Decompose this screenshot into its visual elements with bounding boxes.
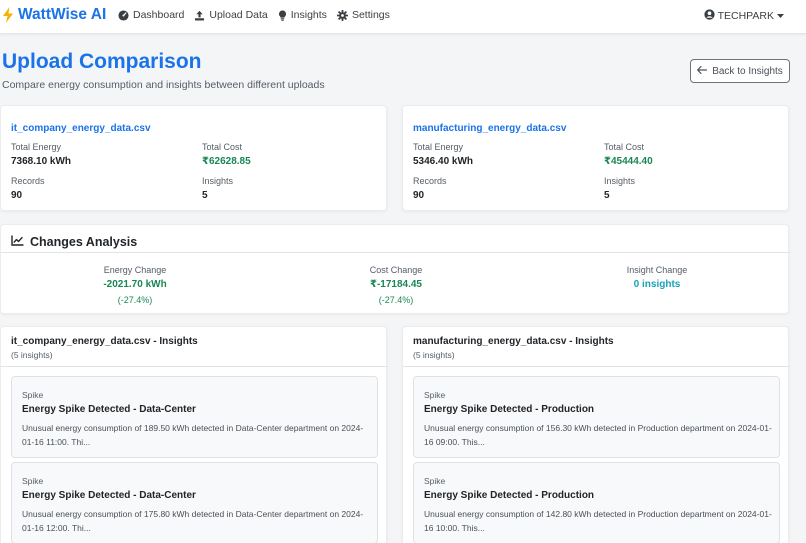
insight-change: Insight Change 0 insights	[557, 265, 757, 290]
cost-change: Cost Change ₹-17184.45 (-27.4%)	[296, 265, 496, 305]
total-energy-value: 5346.40 kWh	[413, 156, 474, 167]
line-chart-icon	[11, 233, 24, 251]
nav-item-upload-data[interactable]: Upload Data	[194, 9, 268, 21]
insights-panel-title: it_company_energy_data.csv - Insights	[11, 336, 198, 347]
insights-count: (5 insights)	[11, 350, 53, 360]
file-summary-card: manufacturing_energy_data.csv Total Ener…	[402, 105, 789, 211]
insight-card[interactable]: Spike Energy Spike Detected - Production…	[413, 376, 780, 458]
nav-item-label: Insights	[290, 9, 327, 21]
insight-type: Spike	[22, 476, 44, 486]
insight-type: Spike	[424, 476, 446, 486]
nav-links: Dashboard Upload Data Insights Settings	[118, 9, 390, 21]
gear-icon	[336, 9, 348, 21]
insight-type: Spike	[22, 390, 44, 400]
total-cost-label: Total Cost	[604, 142, 645, 152]
dashboard-gauge-icon	[118, 9, 129, 21]
insight-card[interactable]: Spike Energy Spike Detected - Production…	[413, 462, 780, 543]
insights-value: 5	[604, 190, 610, 201]
file-summary-card: it_company_energy_data.csv Total Energy …	[0, 105, 387, 211]
records-value: 90	[11, 190, 23, 201]
cost-change-pct: (-27.4%)	[378, 295, 414, 305]
nav-item-insights[interactable]: Insights	[278, 9, 327, 21]
nav-item-label: Upload Data	[209, 9, 268, 21]
back-button-label: Back to Insights	[712, 65, 783, 77]
file-name[interactable]: it_company_energy_data.csv	[11, 118, 151, 136]
insight-card[interactable]: Spike Energy Spike Detected - Data-Cente…	[11, 376, 378, 458]
insight-change-value: 0 insights	[633, 279, 681, 290]
total-energy-label: Total Energy	[11, 142, 62, 152]
total-cost-value: ₹45444.40	[604, 156, 653, 167]
insights-label: Insights	[604, 176, 636, 186]
upload-icon	[194, 10, 205, 21]
energy-change-value: -2021.70 kWh	[103, 279, 167, 290]
insight-title: Energy Spike Detected - Production	[424, 490, 595, 501]
file-name[interactable]: manufacturing_energy_data.csv	[413, 118, 566, 136]
insight-title: Energy Spike Detected - Data-Center	[22, 404, 196, 415]
total-energy-label: Total Energy	[413, 142, 464, 152]
lightbulb-icon	[278, 9, 287, 21]
insight-description: Unusual energy consumption of 189.50 kWh…	[22, 423, 364, 447]
file-name-text: it_company_energy_data.csv	[11, 123, 151, 134]
energy-change: Energy Change -2021.70 kWh (-27.4%)	[35, 265, 235, 305]
brand-name: WattWise AI	[18, 6, 107, 23]
insight-description: Unusual energy consumption of 156.30 kWh…	[424, 423, 772, 447]
changes-title: Changes Analysis	[11, 233, 137, 251]
divider	[1, 366, 388, 367]
insights-value: 5	[202, 190, 208, 201]
divider	[1, 252, 790, 253]
file-name-text: manufacturing_energy_data.csv	[413, 123, 567, 134]
arrow-left-icon	[697, 65, 708, 77]
caret-down-icon	[777, 10, 784, 22]
insight-title: Energy Spike Detected - Production	[424, 404, 595, 415]
cost-change-label: Cost Change	[369, 265, 423, 275]
changes-title-text: Changes Analysis	[30, 235, 138, 249]
nav-item-label: Settings	[351, 9, 390, 21]
user-name: TECHPARK	[717, 10, 774, 22]
total-energy-value: 7368.10 kWh	[11, 156, 72, 167]
divider	[403, 366, 790, 367]
total-cost-label: Total Cost	[202, 142, 243, 152]
energy-change-pct: (-27.4%)	[117, 295, 153, 305]
user-menu[interactable]: TECHPARK	[703, 9, 784, 23]
page-subtitle: Compare energy consumption and insights …	[2, 79, 325, 91]
insight-title: Energy Spike Detected - Data-Center	[22, 490, 196, 501]
user-circle-icon	[703, 9, 715, 23]
total-cost-value: ₹62628.85	[202, 156, 251, 167]
changes-analysis-card: Changes Analysis Energy Change -2021.70 …	[0, 224, 790, 314]
energy-change-label: Energy Change	[103, 265, 167, 275]
brand[interactable]: WattWise AI	[2, 6, 106, 24]
insight-description: Unusual energy consumption of 175.80 kWh…	[22, 509, 364, 533]
insights-panel: it_company_energy_data.csv - Insights (5…	[0, 326, 388, 543]
lightning-bolt-icon	[2, 7, 14, 23]
page-title: Upload Comparison	[2, 50, 202, 73]
insight-description: Unusual energy consumption of 142.80 kWh…	[424, 509, 772, 533]
insight-type: Spike	[424, 390, 446, 400]
cost-change-value: ₹-17184.45	[370, 279, 422, 290]
navbar: WattWise AI Dashboard Upload Data Insigh…	[0, 0, 806, 34]
insights-panel: manufacturing_energy_data.csv - Insights…	[402, 326, 790, 543]
insights-panel-title: manufacturing_energy_data.csv - Insights	[413, 336, 614, 347]
records-label: Records	[11, 176, 45, 186]
nav-item-settings[interactable]: Settings	[336, 9, 390, 21]
records-label: Records	[413, 176, 447, 186]
nav-item-dashboard[interactable]: Dashboard	[118, 9, 184, 21]
insight-change-label: Insight Change	[626, 265, 688, 275]
insight-card[interactable]: Spike Energy Spike Detected - Data-Cente…	[11, 462, 378, 543]
insights-count: (5 insights)	[413, 350, 455, 360]
records-value: 90	[413, 190, 425, 201]
back-to-insights-button[interactable]: Back to Insights	[690, 59, 790, 83]
nav-item-label: Dashboard	[133, 9, 185, 21]
insights-label: Insights	[202, 176, 234, 186]
